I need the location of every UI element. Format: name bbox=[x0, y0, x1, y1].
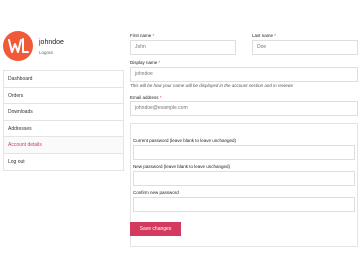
user-profile: johndoe Logout bbox=[3, 31, 123, 63]
new-password-label: New password (leave blank to leave uncha… bbox=[133, 164, 231, 169]
last-name-input[interactable]: Doe bbox=[252, 40, 358, 55]
nav-item-downloads[interactable]: Downloads bbox=[4, 104, 123, 121]
email-label: Email address * bbox=[130, 95, 162, 100]
new-password-input[interactable] bbox=[133, 171, 355, 186]
account-navigation: Dashboard Orders Downloads Addresses Acc… bbox=[3, 70, 124, 171]
display-name-input[interactable]: johndoe bbox=[130, 67, 358, 82]
last-name-label: Last name * bbox=[252, 33, 277, 38]
nav-item-log-out[interactable]: Log out bbox=[4, 154, 123, 171]
logout-link[interactable]: Logout bbox=[39, 50, 53, 55]
nav-item-orders[interactable]: Orders bbox=[4, 88, 123, 104]
first-name-input[interactable]: John bbox=[130, 40, 236, 55]
username: johndoe bbox=[39, 39, 64, 46]
nav-item-addresses[interactable]: Addresses bbox=[4, 121, 123, 137]
first-name-label: First name * bbox=[130, 33, 155, 38]
current-password-input[interactable] bbox=[133, 145, 355, 160]
confirm-password-input[interactable] bbox=[133, 197, 355, 212]
confirm-password-label: Confirm new password bbox=[133, 190, 179, 195]
current-password-label: Current password (leave blank to leave u… bbox=[133, 138, 237, 143]
email-input[interactable]: johndoe@example.com bbox=[130, 101, 358, 116]
display-name-label: Display name * bbox=[130, 60, 161, 65]
save-changes-button[interactable]: Save changes bbox=[130, 222, 181, 236]
avatar-logo-icon bbox=[8, 38, 29, 53]
avatar bbox=[3, 31, 33, 61]
display-name-help: This will be how your name will be displ… bbox=[130, 83, 294, 88]
nav-item-dashboard[interactable]: Dashboard bbox=[4, 71, 123, 88]
nav-item-account-details[interactable]: Account details bbox=[4, 137, 123, 154]
